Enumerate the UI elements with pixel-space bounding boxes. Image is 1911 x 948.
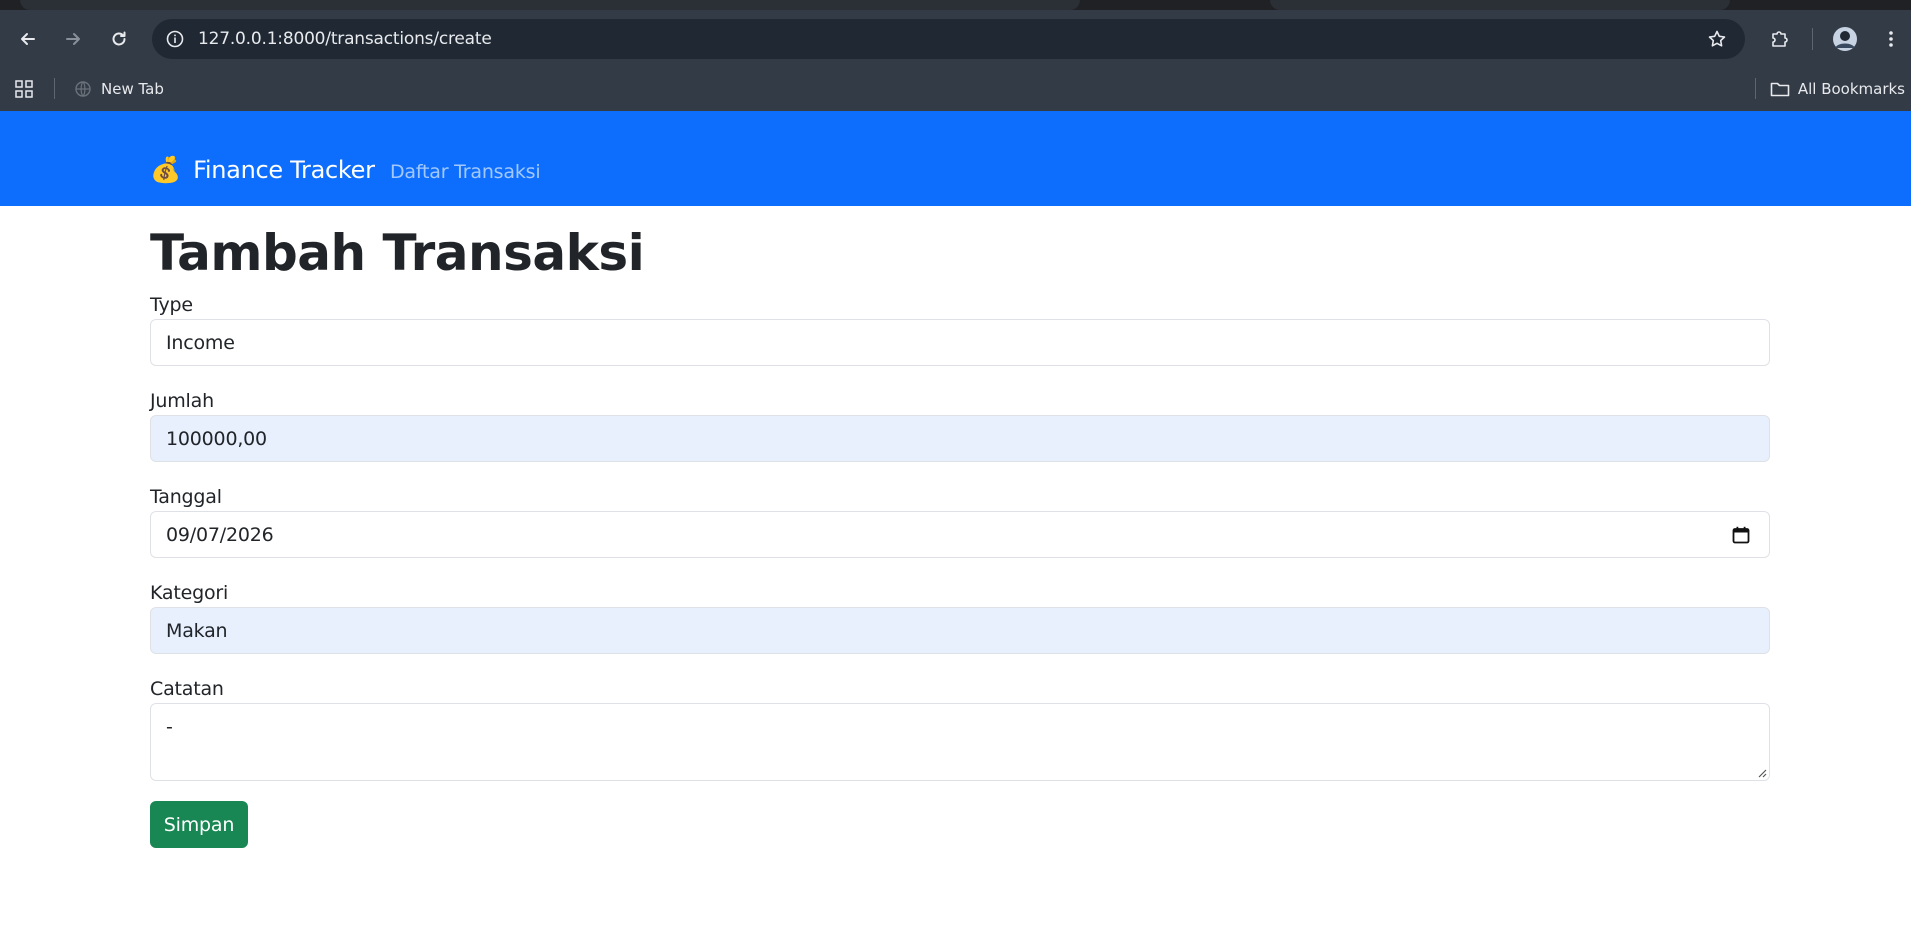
browser-toolbar: 127.0.0.1:8000/transactions/create: [0, 10, 1911, 68]
reload-button[interactable]: [108, 28, 130, 50]
category-value: Makan: [166, 619, 228, 642]
avatar: [1833, 27, 1857, 51]
amount-label: Jumlah: [150, 390, 214, 412]
bookmark-new-tab[interactable]: New Tab: [74, 77, 164, 101]
main-content: Tambah Transaksi Type Income Jumlah 1000…: [150, 206, 1770, 848]
bookmark-star-icon[interactable]: [1707, 29, 1727, 49]
page-title: Tambah Transaksi: [150, 224, 645, 282]
type-field: Type Income: [150, 291, 1770, 366]
resize-handle-icon[interactable]: [1757, 768, 1767, 778]
amount-input[interactable]: 100000,00: [150, 415, 1770, 462]
type-value: Income: [166, 331, 235, 354]
bookmarks-divider: [1755, 78, 1756, 99]
arrow-left-icon: [21, 33, 35, 45]
notes-field: Catatan -: [150, 675, 1770, 781]
notes-textarea[interactable]: -: [150, 703, 1770, 781]
bookmark-label: New Tab: [101, 80, 164, 98]
extensions-button[interactable]: [1769, 28, 1791, 50]
back-button[interactable]: [17, 28, 39, 50]
type-select[interactable]: Income: [150, 319, 1770, 366]
bookmarks-divider: [54, 78, 55, 99]
app-navbar: 💰 Finance Tracker Daftar Transaksi: [0, 111, 1911, 206]
browser-tab[interactable]: [1270, 0, 1730, 10]
puzzle-icon: [1772, 31, 1788, 47]
site-info-icon[interactable]: [165, 29, 185, 49]
notes-value: -: [166, 716, 173, 738]
profile-button[interactable]: [1832, 26, 1858, 52]
all-bookmarks-button[interactable]: All Bookmarks: [1770, 77, 1905, 101]
amount-field: Jumlah 100000,00: [150, 387, 1770, 462]
nav-link-daftar-transaksi[interactable]: Daftar Transaksi: [390, 161, 541, 183]
more-vertical-icon: [1889, 31, 1893, 47]
toolbar-divider: [1812, 28, 1813, 50]
brand-link[interactable]: 💰 Finance Tracker: [150, 156, 375, 184]
date-value: 09/07/2026: [166, 523, 274, 546]
address-bar[interactable]: 127.0.0.1:8000/transactions/create: [152, 19, 1745, 59]
category-input[interactable]: Makan: [150, 607, 1770, 654]
folder-icon: [1770, 82, 1790, 97]
notes-label: Catatan: [150, 678, 224, 700]
apps-grid-icon[interactable]: [14, 79, 34, 99]
globe-icon: [75, 81, 91, 97]
reload-icon: [112, 31, 126, 46]
forward-button[interactable]: [62, 28, 84, 50]
date-input[interactable]: 09/07/2026: [150, 511, 1770, 558]
date-label: Tanggal: [150, 486, 222, 508]
arrow-right-icon: [66, 33, 80, 45]
browser-menu-button[interactable]: [1880, 28, 1902, 50]
category-field: Kategori Makan: [150, 579, 1770, 654]
all-bookmarks-label: All Bookmarks: [1797, 80, 1905, 98]
url-text[interactable]: 127.0.0.1:8000/transactions/create: [198, 29, 492, 49]
bookmarks-bar: New Tab All Bookmarks: [0, 68, 1911, 111]
date-field: Tanggal 09/07/2026: [150, 483, 1770, 558]
calendar-icon[interactable]: [1731, 525, 1751, 545]
tab-strip: [0, 0, 1911, 10]
type-label: Type: [150, 294, 193, 316]
amount-value: 100000,00: [166, 427, 267, 450]
browser-tab[interactable]: [20, 0, 1080, 10]
save-button[interactable]: Simpan: [150, 801, 248, 848]
brand-name: Finance Tracker: [193, 156, 375, 184]
category-label: Kategori: [150, 582, 229, 604]
money-bag-icon: 💰: [150, 155, 182, 184]
